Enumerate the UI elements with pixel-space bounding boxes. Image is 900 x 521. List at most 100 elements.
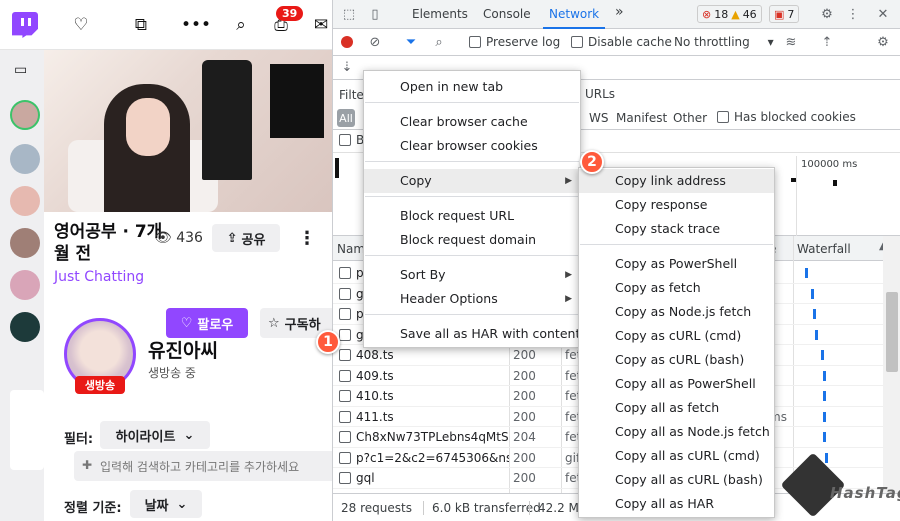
copy-as-fetch-item[interactable]: Copy as fetch — [579, 276, 774, 300]
request-type-icon — [339, 308, 351, 320]
copy-all-as-nodejs-fetch-item[interactable]: Copy all as Node.js fetch — [579, 420, 774, 444]
column-name[interactable]: Nam — [337, 242, 365, 256]
more-tabs-icon[interactable]: » — [615, 4, 624, 20]
throttling-value: No throttling — [674, 35, 750, 49]
copy-all-as-har-item[interactable]: Copy all as HAR — [579, 492, 774, 516]
request-status: 200 — [513, 471, 536, 485]
follow-label: 팔로우 — [197, 317, 234, 333]
close-icon[interactable]: ✕ — [875, 6, 891, 22]
preserve-log-checkbox[interactable]: Preserve log — [469, 35, 560, 49]
has-blocked-cookies-checkbox[interactable]: Has blocked cookies — [717, 110, 856, 124]
column-waterfall[interactable]: Waterfall — [797, 242, 851, 256]
waterfall-bar — [823, 370, 826, 381]
type-filter-manifest[interactable]: Manifest — [616, 111, 667, 125]
device-toolbar-icon[interactable]: ▯ — [367, 6, 383, 22]
block-request-url-item[interactable]: Block request URL — [364, 204, 580, 228]
scrollbar-thumb[interactable] — [886, 292, 898, 372]
follow-button[interactable]: ♡ 팔로우 — [166, 308, 248, 338]
request-name: 411.ts — [339, 410, 509, 424]
export-har-icon[interactable]: ⇣ — [339, 59, 355, 75]
copy-as-nodejs-fetch-item[interactable]: Copy as Node.js fetch — [579, 300, 774, 324]
issues-badge[interactable]: ▣ 7 — [769, 5, 800, 23]
avatar[interactable] — [10, 270, 40, 300]
avatar[interactable] — [10, 228, 40, 258]
menu-separator — [365, 255, 579, 256]
menu-item-label: Clear browser cookies — [400, 138, 538, 153]
jacket — [202, 60, 252, 180]
blocked-requests-checkbox[interactable]: B — [339, 133, 364, 147]
channel-name[interactable]: 유진아씨 — [148, 336, 218, 363]
request-type-icon — [339, 267, 351, 279]
menu-item-label: Copy all as PowerShell — [615, 376, 756, 391]
issue-counter[interactable]: ⊗ 18 ▲ 46 — [697, 5, 762, 23]
copy-stack-trace-item[interactable]: Copy stack trace — [579, 217, 774, 241]
avatar[interactable] — [10, 186, 40, 216]
more-vertical-icon[interactable]: ⋮ — [845, 6, 861, 22]
search-icon[interactable]: ⌕ — [230, 14, 252, 36]
filter-input-label[interactable]: Filte — [339, 88, 364, 102]
request-name-text: Ch8xNw73TPLebns4qMtS... — [356, 430, 509, 444]
menu-item-label: Copy all as HAR — [615, 496, 715, 511]
copy-link-address-item[interactable]: Copy link address — [579, 169, 774, 193]
tab-elements[interactable]: Elements — [412, 7, 468, 21]
record-icon[interactable] — [339, 34, 355, 50]
type-filter-all[interactable]: All — [337, 109, 355, 127]
avatar[interactable] — [10, 144, 40, 174]
open-in-new-tab-item[interactable]: Open in new tab — [364, 75, 580, 99]
resources-size: 42.2 M — [529, 501, 579, 515]
menu-separator — [365, 102, 579, 103]
inspect-icon[interactable]: ⬚ — [341, 6, 357, 22]
copy-item[interactable]: Copy ▶ — [364, 169, 580, 193]
request-type-icon — [339, 287, 351, 300]
share-button[interactable]: ⇪ 공유 — [212, 224, 280, 252]
disable-cache-checkbox[interactable]: Disable cache — [571, 35, 672, 49]
avatar[interactable] — [10, 100, 40, 130]
copy-as-curl-cmd-item[interactable]: Copy as cURL (cmd) — [579, 324, 774, 348]
type-filter-ws[interactable]: WS — [589, 111, 608, 125]
gear-icon[interactable]: ⚙ — [819, 6, 835, 22]
request-type-icon — [339, 431, 351, 443]
type-filter-other[interactable]: Other — [673, 111, 707, 125]
copy-as-curl-bash-item[interactable]: Copy as cURL (bash) — [579, 348, 774, 372]
save-all-har-item[interactable]: Save all as HAR with content — [364, 322, 580, 346]
more-options-icon[interactable]: ⋮ — [298, 228, 316, 249]
copy-icon[interactable]: ⧉ — [130, 14, 152, 36]
request-status: 200 — [513, 409, 536, 424]
heart-icon[interactable]: ♡ — [70, 14, 92, 36]
category-link[interactable]: Just Chatting — [54, 269, 144, 285]
clear-browser-cache-item[interactable]: Clear browser cache — [364, 110, 580, 134]
copy-as-powershell-item[interactable]: Copy as PowerShell — [579, 252, 774, 276]
more-icon[interactable]: ••• — [181, 14, 211, 36]
clear-icon[interactable]: ⊘ — [367, 34, 383, 50]
clear-browser-cookies-item[interactable]: Clear browser cookies — [364, 134, 580, 158]
throttling-select[interactable]: No throttling ▾ — [674, 35, 774, 49]
video-camera-icon[interactable]: ▭ — [14, 62, 27, 78]
twitch-logo-icon[interactable] — [12, 12, 38, 38]
request-name: 408.ts — [339, 348, 509, 362]
filter-icon[interactable]: ⏷ — [403, 34, 419, 50]
tab-network[interactable]: Network — [542, 7, 606, 29]
search-icon[interactable]: ⌕ — [431, 34, 447, 50]
dropdown-arrow-icon: ▾ — [767, 35, 774, 49]
request-name: 410.ts — [339, 389, 509, 403]
import-har-icon[interactable]: ⇡ — [819, 34, 835, 50]
copy-response-item[interactable]: Copy response — [579, 193, 774, 217]
sort-dropdown[interactable]: 날짜 ⌄ — [130, 490, 202, 518]
block-request-domain-item[interactable]: Block request domain — [364, 228, 580, 252]
header-options-item[interactable]: Header Options ▶ — [364, 287, 580, 311]
category-search-input[interactable]: ✚ 입력해 검색하고 카테고리를 추가하세요 — [74, 451, 336, 481]
avatar[interactable] — [10, 312, 40, 342]
mail-icon[interactable]: ✉ — [310, 14, 332, 36]
network-conditions-icon[interactable]: ≋ — [783, 34, 799, 50]
tab-console[interactable]: Console — [483, 7, 531, 21]
copy-all-as-curl-bash-item[interactable]: Copy all as cURL (bash) — [579, 468, 774, 492]
network-settings-icon[interactable]: ⚙ — [875, 34, 891, 50]
copy-all-as-curl-cmd-item[interactable]: Copy all as cURL (cmd) — [579, 444, 774, 468]
sort-by-item[interactable]: Sort By ▶ — [364, 263, 580, 287]
filter-dropdown[interactable]: 하이라이트 ⌄ — [100, 421, 210, 449]
copy-all-as-fetch-item[interactable]: Copy all as fetch — [579, 396, 774, 420]
request-table-scrollbar[interactable] — [883, 236, 900, 493]
menu-item-label: Sort By — [400, 267, 446, 282]
video-player[interactable] — [44, 50, 332, 212]
copy-all-as-powershell-item[interactable]: Copy all as PowerShell — [579, 372, 774, 396]
